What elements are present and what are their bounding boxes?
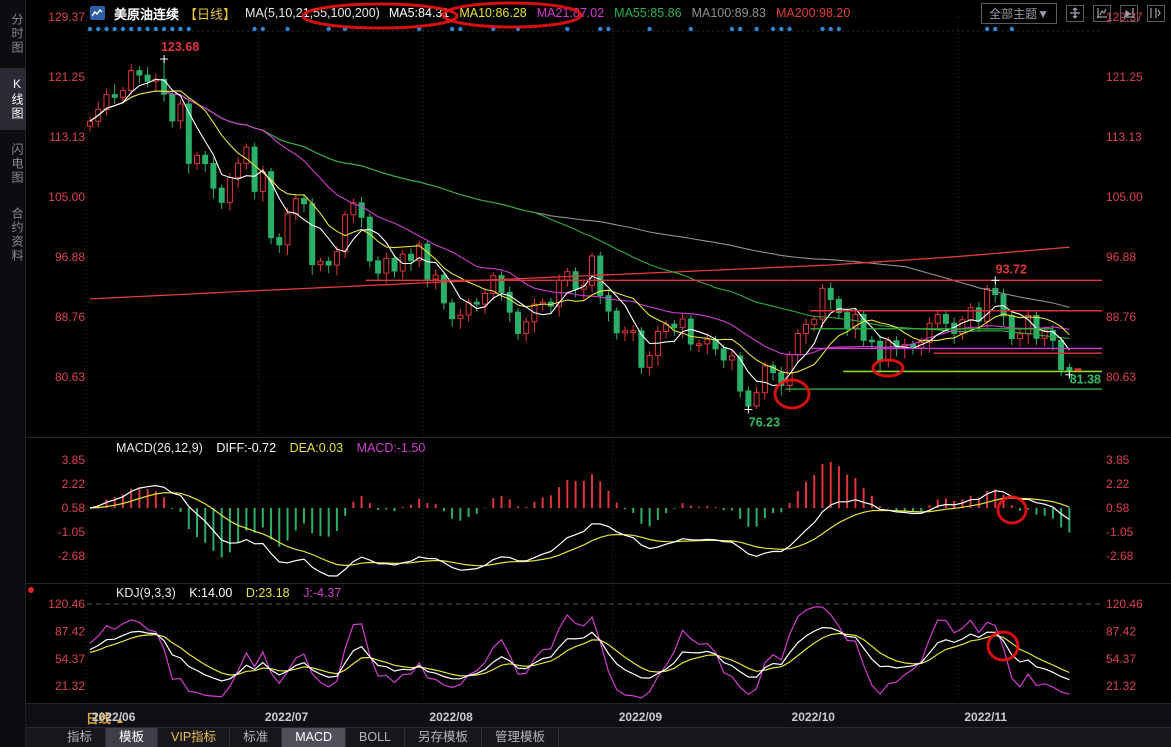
ma200-line bbox=[90, 247, 1069, 299]
ma-value-1: MA10:86.28 bbox=[459, 6, 526, 20]
level-lines bbox=[366, 280, 1102, 389]
x-axis-month-label: 2022/11 bbox=[964, 710, 1007, 724]
toolbar-tab-macd[interactable]: MACD bbox=[282, 728, 346, 747]
kdj-legend: KDJ(9,3,3) K:14.00 D:23.18 J:-4.37 bbox=[116, 586, 351, 600]
ma5-line bbox=[90, 79, 1069, 385]
symbol-title: 美原油连续 bbox=[114, 4, 179, 23]
kdj-k-value: K:14.00 bbox=[189, 586, 232, 600]
svg-text:3.85: 3.85 bbox=[1106, 453, 1130, 467]
theme-select-button[interactable]: 全部主题▼ bbox=[981, 3, 1057, 24]
toolbar-tab-standard[interactable]: 标准 bbox=[230, 728, 282, 747]
ma-value-3: MA55:85.86 bbox=[614, 6, 681, 20]
svg-text:0.58: 0.58 bbox=[62, 501, 86, 515]
macd-histogram bbox=[98, 462, 1069, 557]
svg-text:123.68: 123.68 bbox=[161, 40, 199, 54]
candles-layer bbox=[88, 59, 1072, 409]
svg-text:88.76: 88.76 bbox=[1106, 310, 1136, 324]
macd-dea-value: DEA:0.03 bbox=[290, 441, 344, 455]
svg-text:3.85: 3.85 bbox=[62, 453, 86, 467]
macd-dea-line bbox=[90, 493, 1069, 566]
svg-text:113.13: 113.13 bbox=[49, 130, 85, 144]
macd-diff-line bbox=[90, 486, 1069, 576]
svg-text:121.25: 121.25 bbox=[1106, 70, 1143, 84]
svg-text:21.32: 21.32 bbox=[55, 679, 85, 693]
toolbar-tab-indicator[interactable]: 指标 bbox=[54, 728, 106, 747]
x-axis-month-label: 2022/06 bbox=[92, 710, 135, 724]
kline-chart-icon bbox=[90, 6, 105, 20]
sidebar-tab-contract-info[interactable]: 合约资料 bbox=[0, 198, 26, 272]
svg-text:105.00: 105.00 bbox=[1106, 190, 1143, 204]
svg-text:21.32: 21.32 bbox=[1106, 679, 1136, 693]
sidebar-tab-kline-chart[interactable]: K线图 bbox=[0, 68, 26, 130]
svg-text:76.23: 76.23 bbox=[749, 415, 780, 429]
expand-panel-icon[interactable] bbox=[1147, 5, 1165, 22]
kdj-name: KDJ(9,3,3) bbox=[116, 586, 176, 600]
sidebar-tab-time-chart[interactable]: 分时图 bbox=[0, 4, 26, 64]
svg-text:93.72: 93.72 bbox=[996, 262, 1027, 276]
svg-text:120.46: 120.46 bbox=[1106, 597, 1143, 611]
svg-text:88.76: 88.76 bbox=[55, 310, 85, 324]
scale-left-icon[interactable] bbox=[1093, 5, 1111, 22]
panel-marker-dot bbox=[28, 587, 34, 593]
svg-text:2.22: 2.22 bbox=[1106, 477, 1130, 491]
svg-text:54.37: 54.37 bbox=[55, 652, 85, 666]
svg-text:-2.68: -2.68 bbox=[58, 549, 86, 563]
kdj-d-value: D:23.18 bbox=[246, 586, 290, 600]
ma-settings-label: MA(5,10,21,55,100,200) bbox=[245, 6, 380, 20]
svg-text:54.37: 54.37 bbox=[1106, 652, 1136, 666]
kdj-d-line bbox=[90, 634, 1069, 676]
top-header: 美原油连续 【日线】 MA(5,10,21,55,100,200) MA5:84… bbox=[26, 0, 1171, 26]
svg-text:-1.05: -1.05 bbox=[1106, 525, 1134, 539]
svg-text:87.42: 87.42 bbox=[1106, 624, 1136, 638]
x-axis-bar: 日线▲ 2022/062022/072022/082022/092022/102… bbox=[26, 703, 1171, 727]
toolbar-tab-vip-indicator[interactable]: VIP指标 bbox=[158, 728, 230, 747]
event-dots bbox=[88, 27, 1014, 31]
ma-value-5: MA200:98.20 bbox=[776, 6, 850, 20]
svg-text:-2.68: -2.68 bbox=[1106, 549, 1134, 563]
pan-crosshair-icon[interactable] bbox=[1066, 5, 1084, 22]
svg-text:96.88: 96.88 bbox=[1106, 250, 1136, 264]
kdj-j-line bbox=[90, 607, 1069, 698]
macd-diff-value: DIFF:-0.72 bbox=[216, 441, 276, 455]
ma-values: MA5:84.31 MA10:86.28 MA21:87.02 MA55:85.86 M… bbox=[389, 6, 860, 20]
macd-name: MACD(26,12,9) bbox=[116, 441, 203, 455]
svg-text:105.00: 105.00 bbox=[48, 190, 85, 204]
bottom-toolbar: 指标模板VIP指标标准MACDBOLL另存模板管理模板 bbox=[26, 727, 1171, 747]
svg-text:96.88: 96.88 bbox=[55, 250, 85, 264]
x-axis-month-label: 2022/09 bbox=[619, 710, 662, 724]
svg-text:121.25: 121.25 bbox=[48, 70, 85, 84]
x-axis-month-label: 2022/10 bbox=[792, 710, 835, 724]
svg-text:80.63: 80.63 bbox=[1106, 370, 1136, 384]
pivot-markers bbox=[160, 55, 1073, 413]
toolbar-tab-boll[interactable]: BOLL bbox=[346, 728, 405, 747]
svg-text:-1.05: -1.05 bbox=[58, 525, 86, 539]
svg-text:80.63: 80.63 bbox=[55, 370, 85, 384]
ma-value-0: MA5:84.31 bbox=[389, 6, 449, 20]
toolbar-tab-template[interactable]: 模板 bbox=[106, 728, 158, 747]
sidebar-tab-flash-chart[interactable]: 闪电图 bbox=[0, 134, 26, 194]
macd-legend: MACD(26,12,9) DIFF:-0.72 DEA:0.03 MACD:-… bbox=[116, 441, 435, 455]
toolbar-tab-save-template[interactable]: 另存模板 bbox=[405, 728, 482, 747]
svg-text:81.38: 81.38 bbox=[1070, 372, 1101, 386]
svg-text:113.13: 113.13 bbox=[1106, 130, 1142, 144]
x-axis-month-label: 2022/07 bbox=[265, 710, 308, 724]
last-price-tick bbox=[1074, 368, 1081, 371]
svg-text:87.42: 87.42 bbox=[55, 624, 85, 638]
ma-value-4: MA100:89.83 bbox=[692, 6, 766, 20]
svg-text:2.22: 2.22 bbox=[62, 477, 86, 491]
ma21-line bbox=[90, 91, 1069, 355]
scale-right-icon[interactable] bbox=[1120, 5, 1138, 22]
svg-text:0.58: 0.58 bbox=[1106, 501, 1130, 515]
svg-text:120.46: 120.46 bbox=[48, 597, 85, 611]
ma-value-2: MA21:87.02 bbox=[537, 6, 604, 20]
left-tab-strip: 分时图 K线图闪电图合约资料 bbox=[0, 0, 26, 747]
kdj-j-value: J:-4.37 bbox=[303, 586, 341, 600]
app: { "header": { "symbol": "美原油连续", "period… bbox=[0, 0, 1171, 747]
toolbar-tab-manage-template[interactable]: 管理模板 bbox=[482, 728, 559, 747]
period-tag: 【日线】 bbox=[184, 4, 236, 23]
macd-macd-value: MACD:-1.50 bbox=[357, 441, 426, 455]
x-axis-month-label: 2022/08 bbox=[429, 710, 472, 724]
